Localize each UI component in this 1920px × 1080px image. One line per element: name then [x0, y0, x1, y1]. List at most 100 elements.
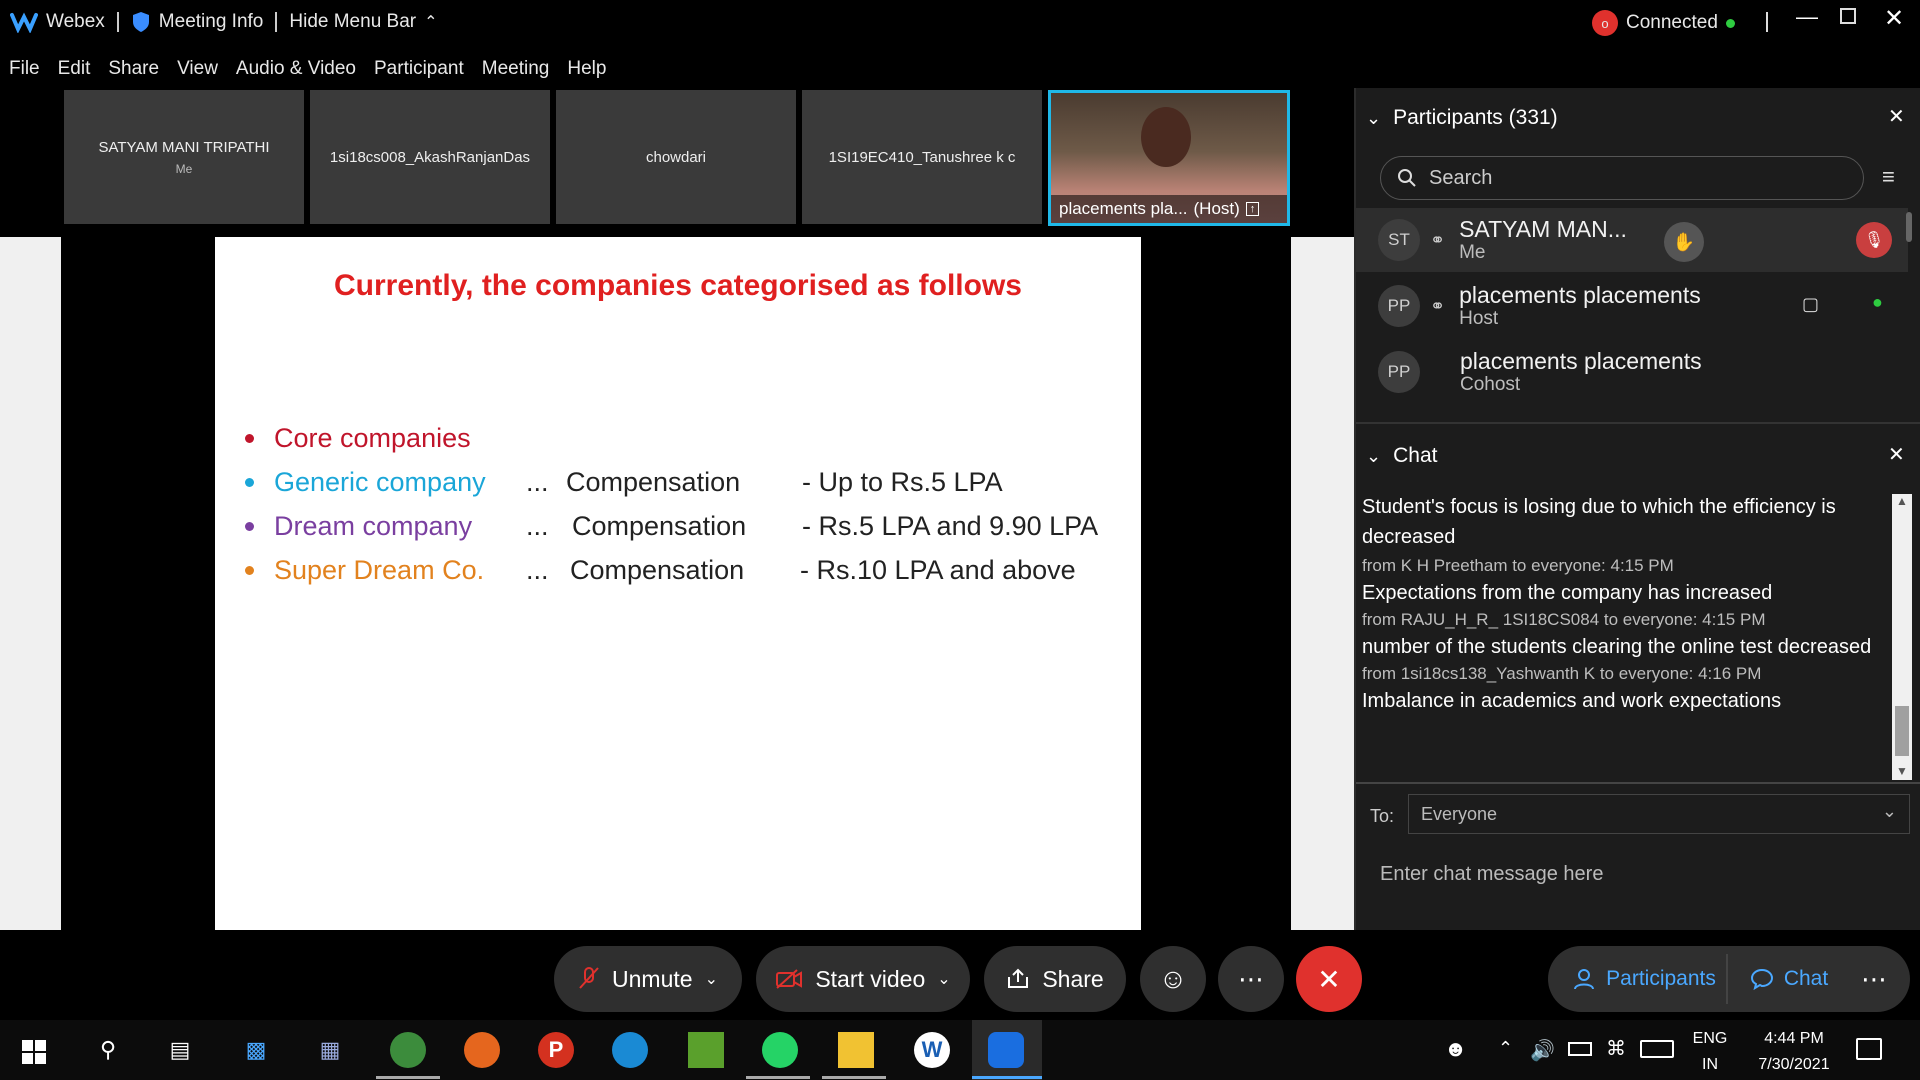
chat-header[interactable]: ⌄ Chat: [1366, 444, 1437, 468]
webex-app[interactable]: Webex: [10, 11, 105, 33]
chevron-up-icon[interactable]: ⌃: [1498, 1038, 1513, 1059]
chat-scrollbar[interactable]: ▲ ▼: [1892, 494, 1912, 780]
scroll-down-icon[interactable]: ▼: [1896, 764, 1908, 778]
search-icon[interactable]: ⚲: [90, 1032, 126, 1068]
sharing-icon: ↑: [1245, 202, 1260, 216]
menu-help[interactable]: Help: [567, 58, 606, 80]
chevron-down-icon[interactable]: ⌄: [937, 969, 950, 989]
participant-role: Cohost: [1460, 374, 1521, 395]
participant-search-input[interactable]: Search: [1380, 156, 1864, 200]
start-video-label: Start video: [815, 965, 926, 992]
webex-taskbar-icon[interactable]: [988, 1032, 1024, 1068]
bullet-icon: [245, 566, 254, 575]
scroll-up-icon[interactable]: ▲: [1896, 494, 1908, 508]
bullet-icon: [245, 434, 254, 443]
slide-title: Currently, the companies categorised as …: [334, 269, 1022, 302]
participant-name: SATYAM MAN...: [1459, 216, 1627, 242]
more-options-button[interactable]: ⋯: [1218, 946, 1284, 1012]
meeting-info-button[interactable]: Meeting Info: [131, 11, 263, 33]
people-icon[interactable]: ☻: [1444, 1036, 1467, 1062]
bullet-range: - Up to Rs.5 LPA: [802, 467, 1003, 497]
region-code: IN: [1702, 1056, 1718, 1073]
participants-scrollbar[interactable]: [1906, 212, 1912, 242]
volume-icon[interactable]: 🔊: [1530, 1038, 1555, 1063]
language-indicator[interactable]: ENG IN: [1690, 1026, 1730, 1078]
clock[interactable]: 4:44 PM 7/30/2021: [1744, 1026, 1844, 1078]
video-thumbnail[interactable]: chowdari: [556, 90, 796, 224]
video-thumbnail[interactable]: 1si18cs008_AkashRanjanDas: [310, 90, 550, 224]
video-thumbnail[interactable]: SATYAM MANI TRIPATHI Me: [64, 90, 304, 224]
menu-audio-video[interactable]: Audio & Video: [236, 58, 356, 80]
close-participants-icon[interactable]: ✕: [1888, 104, 1905, 129]
notes-app-icon[interactable]: ▦: [312, 1032, 348, 1068]
start-video-button[interactable]: Start video ⌄: [756, 946, 970, 1012]
chat-message-meta: from 1si18cs138_Yashwanth K to everyone:…: [1362, 664, 1762, 683]
file-explorer-icon[interactable]: [838, 1032, 874, 1068]
participants-toggle-button[interactable]: Participants: [1562, 946, 1726, 1012]
person-icon: [1574, 969, 1595, 990]
muted-mic-icon[interactable]: 🎙: [1856, 222, 1892, 258]
chat-message-input[interactable]: Enter chat message here: [1380, 854, 1910, 894]
leave-meeting-button[interactable]: ✕: [1296, 946, 1362, 1012]
firefox-icon[interactable]: [464, 1032, 500, 1068]
divider: [116, 12, 119, 32]
sort-icon[interactable]: ≡: [1882, 164, 1895, 190]
w-app-icon[interactable]: W: [914, 1032, 950, 1068]
menu-share[interactable]: Share: [108, 58, 159, 80]
p-app-icon[interactable]: P: [538, 1032, 574, 1068]
more-icon: ⋯: [1238, 963, 1264, 994]
connection-status[interactable]: o Connected: [1592, 10, 1735, 36]
participant-row[interactable]: PP ⚭ placements placements Host ▢ ●: [1356, 274, 1908, 338]
hide-menu-label: Hide Menu Bar: [289, 11, 417, 32]
menu-file[interactable]: File: [9, 58, 40, 80]
notification-icon[interactable]: [1856, 1038, 1882, 1060]
chat-message-meta: from RAJU_H_R_ 1SI18CS084 to everyone: 4…: [1362, 610, 1766, 629]
laptop-app-icon[interactable]: ▩: [238, 1032, 274, 1068]
chat-title: Chat: [1393, 444, 1438, 467]
host-video-thumbnail[interactable]: placements pla... (Host) ↑: [1048, 90, 1290, 226]
wifi-icon[interactable]: ⌘: [1606, 1036, 1626, 1061]
minimize-icon[interactable]: —: [1796, 4, 1818, 30]
participants-header[interactable]: ⌄ Participants (331): [1366, 106, 1558, 130]
chat-recipient-select[interactable]: Everyone ⌄: [1408, 794, 1910, 834]
participant-info: placements placements Cohost: [1460, 348, 1702, 396]
menu-meeting[interactable]: Meeting: [482, 58, 550, 80]
participant-row[interactable]: ST ⚭ SATYAM MAN... Me ✋ 🎙: [1356, 208, 1908, 272]
share-button[interactable]: Share: [984, 946, 1126, 1012]
scroll-thumb[interactable]: [1895, 706, 1909, 756]
chrome-icon[interactable]: [390, 1032, 426, 1068]
divider: [1356, 422, 1920, 424]
menu-participant[interactable]: Participant: [374, 58, 464, 80]
task-view-icon[interactable]: ▤: [162, 1032, 198, 1068]
unmute-button[interactable]: Unmute ⌄: [554, 946, 742, 1012]
whatsapp-icon[interactable]: [762, 1032, 798, 1068]
close-chat-icon[interactable]: ✕: [1888, 442, 1905, 467]
close-window-icon[interactable]: ✕: [1884, 4, 1904, 33]
menu-view[interactable]: View: [177, 58, 218, 80]
bullet-compensation: Compensation: [566, 467, 741, 497]
raised-hand-icon[interactable]: ✋: [1664, 222, 1704, 262]
clock-time: 4:44 PM: [1764, 1030, 1824, 1047]
reactions-button[interactable]: ☺: [1140, 946, 1206, 1012]
muted-mic-icon: [579, 967, 599, 989]
video-thumbnail[interactable]: 1SI19EC410_Tanushree k c: [802, 90, 1042, 224]
sheets-app-icon[interactable]: [688, 1032, 724, 1068]
shared-slide: Currently, the companies categorised as …: [215, 237, 1141, 930]
edge-icon[interactable]: [612, 1032, 648, 1068]
panel-more-button[interactable]: ⋯: [1848, 946, 1900, 1012]
chat-toggle-button[interactable]: Chat: [1734, 946, 1844, 1012]
status-dot-icon: [1725, 18, 1735, 28]
menu-edit[interactable]: Edit: [58, 58, 91, 80]
close-icon: ✕: [1317, 963, 1341, 995]
battery-icon[interactable]: [1568, 1042, 1592, 1056]
restore-icon[interactable]: [1840, 8, 1856, 24]
participant-row[interactable]: PP placements placements Cohost: [1356, 340, 1908, 404]
headset-icon: ⚭: [1430, 229, 1446, 250]
windows-start-icon[interactable]: [22, 1040, 46, 1064]
hide-menu-bar-button[interactable]: Hide Menu Bar ⌃: [289, 11, 437, 33]
participant-role: Host: [1459, 308, 1499, 329]
bullet-range: - Rs.10 LPA and above: [800, 555, 1076, 585]
bullet-compensation: Compensation: [572, 511, 747, 541]
chevron-down-icon[interactable]: ⌄: [705, 969, 718, 989]
keyboard-icon[interactable]: [1640, 1040, 1674, 1058]
